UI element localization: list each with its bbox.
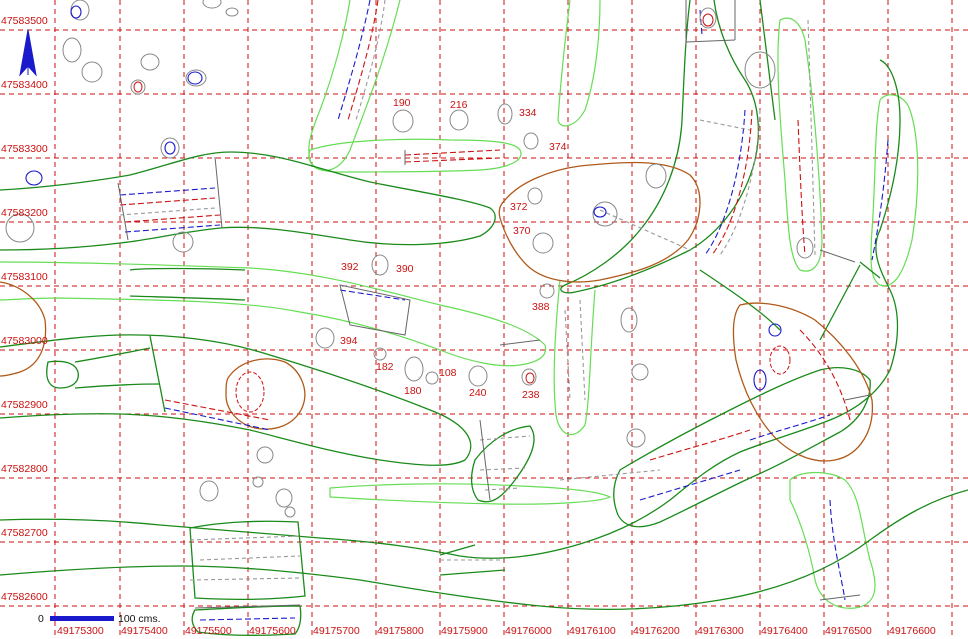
y-axis-label: 47583500 — [1, 15, 48, 27]
x-axis-label: 49175500 — [185, 625, 232, 637]
brown-outlines — [0, 161, 874, 462]
feature-label: 180 — [404, 385, 422, 397]
feature-label: 388 — [532, 301, 550, 313]
feature-label: 372 — [510, 201, 528, 213]
red-features — [133, 13, 791, 413]
x-axis-label: 49175800 — [377, 625, 424, 637]
map-canvas[interactable]: 190 216 334 374 372 370 392 390 388 394 182 108 180 2… — [0, 0, 968, 639]
feature-label: 374 — [549, 141, 567, 153]
x-axis-label: 49176600 — [889, 625, 936, 637]
y-axis-label: 47582600 — [1, 591, 48, 603]
scale-start-label: 0 — [38, 613, 44, 625]
feature-label: 392 — [341, 261, 359, 273]
scale-bar: 0 100 cms. — [38, 613, 161, 625]
dark-green-outlines — [0, 0, 968, 636]
scale-bar-fill — [50, 616, 114, 621]
x-axis-label: 49175300 — [57, 625, 104, 637]
x-axis-label: 49176100 — [569, 625, 616, 637]
feature-label: 238 — [522, 389, 540, 401]
x-axis-label: 49175900 — [441, 625, 488, 637]
x-axis-label: 49175700 — [313, 625, 360, 637]
dashed-feature-lines — [117, 0, 889, 621]
blue-features — [25, 5, 782, 391]
x-axis-label: 49176300 — [697, 625, 744, 637]
feature-label: 182 — [376, 361, 394, 373]
x-axis-label: 49175600 — [249, 625, 296, 637]
feature-label: 390 — [396, 263, 414, 275]
feature-label: 108 — [439, 367, 457, 379]
feature-label: 394 — [340, 335, 358, 347]
gray-features — [5, 0, 814, 518]
x-axis-label: 49176400 — [761, 625, 808, 637]
x-axis-label: 49176200 — [633, 625, 680, 637]
scale-end-label: 100 cms. — [118, 613, 161, 625]
y-axis-label: 47583300 — [1, 143, 48, 155]
x-axis-label: 49176000 — [505, 625, 552, 637]
x-axis-labels: 49175300 49175400 49175500 49175600 49175700… — [57, 625, 936, 637]
y-axis-label: 47583000 — [1, 335, 48, 347]
coordinate-grid — [0, 0, 968, 639]
feature-label: 370 — [513, 225, 531, 237]
y-axis-label: 47582900 — [1, 399, 48, 411]
x-axis-label: 49175400 — [121, 625, 168, 637]
y-axis-label: 47583200 — [1, 207, 48, 219]
y-axis-label: 47583100 — [1, 271, 48, 283]
feature-label: 334 — [519, 107, 537, 119]
feature-label: 216 — [450, 99, 468, 111]
y-axis-label: 47582700 — [1, 527, 48, 539]
light-green-outlines — [0, 0, 919, 609]
y-axis-label: 47582800 — [1, 463, 48, 475]
north-arrow — [19, 29, 37, 77]
y-axis-label: 47583400 — [1, 79, 48, 91]
x-axis-label: 49176500 — [825, 625, 872, 637]
feature-label: 190 — [393, 97, 411, 109]
feature-label: 240 — [469, 387, 487, 399]
